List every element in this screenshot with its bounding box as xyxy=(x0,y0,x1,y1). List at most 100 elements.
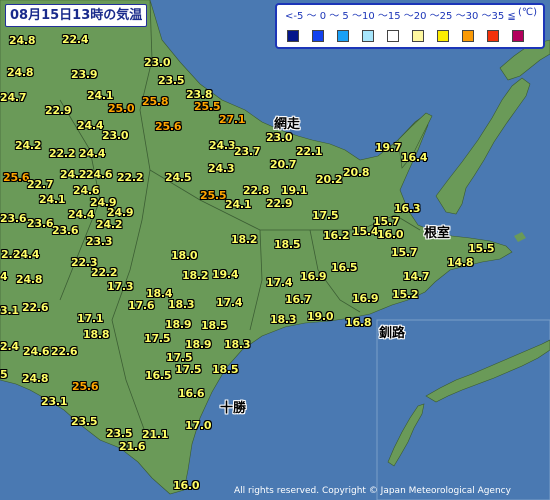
temp-reading: 18.5 xyxy=(212,363,239,376)
temp-reading: 16.5 xyxy=(331,261,358,274)
temp-reading: 19.4 xyxy=(212,268,239,281)
temp-reading: 24.1 xyxy=(39,193,66,206)
temp-reading: 16.8 xyxy=(345,316,372,329)
temp-reading: 24.2 xyxy=(96,218,123,231)
temp-reading: 18.5 xyxy=(274,238,301,251)
temp-reading: 14.8 xyxy=(447,256,474,269)
temp-reading: 24.3 xyxy=(208,162,235,175)
temp-reading: 16.9 xyxy=(300,270,327,283)
temp-reading: 17.5 xyxy=(144,332,171,345)
temp-reading: 4 xyxy=(0,270,8,283)
legend-ranges: <-5 ～ 0 ～ 5 ～10 ～15 ～20 ～25 ～30 ～35 ≦ xyxy=(285,11,516,22)
temp-reading: 21.6 xyxy=(119,440,146,453)
legend-swatch-10-15 xyxy=(387,30,399,42)
temp-reading: 19.0 xyxy=(307,310,334,323)
temp-reading: 24.1 xyxy=(225,198,252,211)
temp-reading: 24.4 xyxy=(77,119,104,132)
temp-reading: 16.0 xyxy=(173,479,200,492)
temp-reading: 16.2 xyxy=(323,229,350,242)
temp-reading: 17.4 xyxy=(266,276,293,289)
temp-reading: 21.1 xyxy=(142,428,169,441)
temp-reading: 23.0 xyxy=(144,56,171,69)
temp-reading: 24.8 xyxy=(9,34,36,47)
temp-reading: 16.3 xyxy=(394,202,421,215)
temp-reading: 24.4 xyxy=(13,248,40,261)
place-kushiro: 釧路 xyxy=(379,326,406,341)
legend-swatch-0-5 xyxy=(337,30,349,42)
temp-reading: 24.7 xyxy=(0,91,27,104)
temp-reading: 20.2 xyxy=(316,173,343,186)
temp-reading: 15.4 xyxy=(352,225,379,238)
temp-reading: 18.5 xyxy=(201,319,228,332)
temp-reading: 19.1 xyxy=(281,184,308,197)
temp-reading: 22.8 xyxy=(243,184,270,197)
temp-reading: 24.8 xyxy=(16,273,43,286)
map-title: 08月15日13時の気温 xyxy=(5,4,148,27)
temp-reading: 22.1 xyxy=(296,145,323,158)
temp-reading: 2.4 xyxy=(0,340,19,353)
temp-reading: 23.6 xyxy=(52,224,79,237)
temp-reading: 24.6 xyxy=(23,345,50,358)
temp-reading: 17.1 xyxy=(77,312,104,325)
temp-reading: 5 xyxy=(0,368,8,381)
legend-swatch-15-20 xyxy=(412,30,424,42)
temp-reading: 23.9 xyxy=(71,68,98,81)
temp-reading: 17.0 xyxy=(185,419,212,432)
place-nemuro: 根室 xyxy=(424,226,451,241)
temp-reading: 23.5 xyxy=(158,74,185,87)
temp-reading: 18.3 xyxy=(224,338,251,351)
legend-unit: (℃) xyxy=(517,7,537,18)
temp-reading: 24.2 xyxy=(60,168,87,181)
place-tokachi: 十勝 xyxy=(220,401,247,416)
temp-reading: 3.1 xyxy=(0,304,19,317)
temp-reading: 16.6 xyxy=(178,387,205,400)
temp-reading: 22.9 xyxy=(266,197,293,210)
temp-reading: 24.6 xyxy=(86,168,113,181)
temp-reading: 18.3 xyxy=(270,313,297,326)
temp-reading: 23.7 xyxy=(234,145,261,158)
temp-reading: 23.6 xyxy=(27,217,54,230)
temp-reading: 15.2 xyxy=(392,288,419,301)
temp-reading: 14.7 xyxy=(403,270,430,283)
temperature-legend: <-5 ～ 0 ～ 5 ～10 ～15 ～20 ～25 ～30 ～35 ≦ (℃… xyxy=(275,3,545,49)
temp-reading: 24.4 xyxy=(79,147,106,160)
temp-reading: 24.8 xyxy=(7,66,34,79)
copyright-notice: All rights reserved. Copyright © Japan M… xyxy=(234,486,511,496)
temp-reading: 18.2 xyxy=(231,233,258,246)
legend-swatch-30-35 xyxy=(487,30,499,42)
legend-swatch-20-25 xyxy=(437,30,449,42)
temp-reading: 15.7 xyxy=(391,246,418,259)
temp-reading: 24.4 xyxy=(68,208,95,221)
temp-reading: 25.6 xyxy=(155,120,182,133)
temp-reading: 24.5 xyxy=(165,171,192,184)
temp-reading: 18.8 xyxy=(83,328,110,341)
temp-reading: 17.6 xyxy=(128,299,155,312)
temp-reading: 25.5 xyxy=(200,189,227,202)
legend-swatch-minus5-0 xyxy=(312,30,324,42)
temp-reading: 20.7 xyxy=(270,158,297,171)
temp-reading: 17.5 xyxy=(175,363,202,376)
temp-reading: 18.2 xyxy=(182,269,209,282)
temp-reading: 19.7 xyxy=(375,141,402,154)
temp-reading: 22.2 xyxy=(49,147,76,160)
temp-reading: 23.5 xyxy=(71,415,98,428)
temp-reading: 23.1 xyxy=(41,395,68,408)
temp-reading: 27.1 xyxy=(219,113,246,126)
temp-reading: 23.5 xyxy=(106,427,133,440)
temp-reading: 16.0 xyxy=(377,228,404,241)
temperature-map: 08月15日13時の気温 <-5 ～ 0 ～ 5 ～10 ～15 ～20 ～25… xyxy=(0,0,550,500)
legend-swatch-25-30 xyxy=(462,30,474,42)
temp-reading: 22.6 xyxy=(51,345,78,358)
temp-reading: 16.9 xyxy=(352,292,379,305)
temp-reading: 24.3 xyxy=(209,139,236,152)
legend-swatch-lt-minus5 xyxy=(287,30,299,42)
temp-reading: 16.4 xyxy=(401,151,428,164)
place-abashiri: 網走 xyxy=(274,117,301,132)
temp-reading: 25.6 xyxy=(72,380,99,393)
temp-reading: 15.5 xyxy=(468,242,495,255)
temp-reading: 25.0 xyxy=(108,102,135,115)
temp-reading: 23.0 xyxy=(266,131,293,144)
temp-reading: 22.4 xyxy=(62,33,89,46)
temp-reading: 23.3 xyxy=(86,235,113,248)
temp-reading: 16.5 xyxy=(145,369,172,382)
